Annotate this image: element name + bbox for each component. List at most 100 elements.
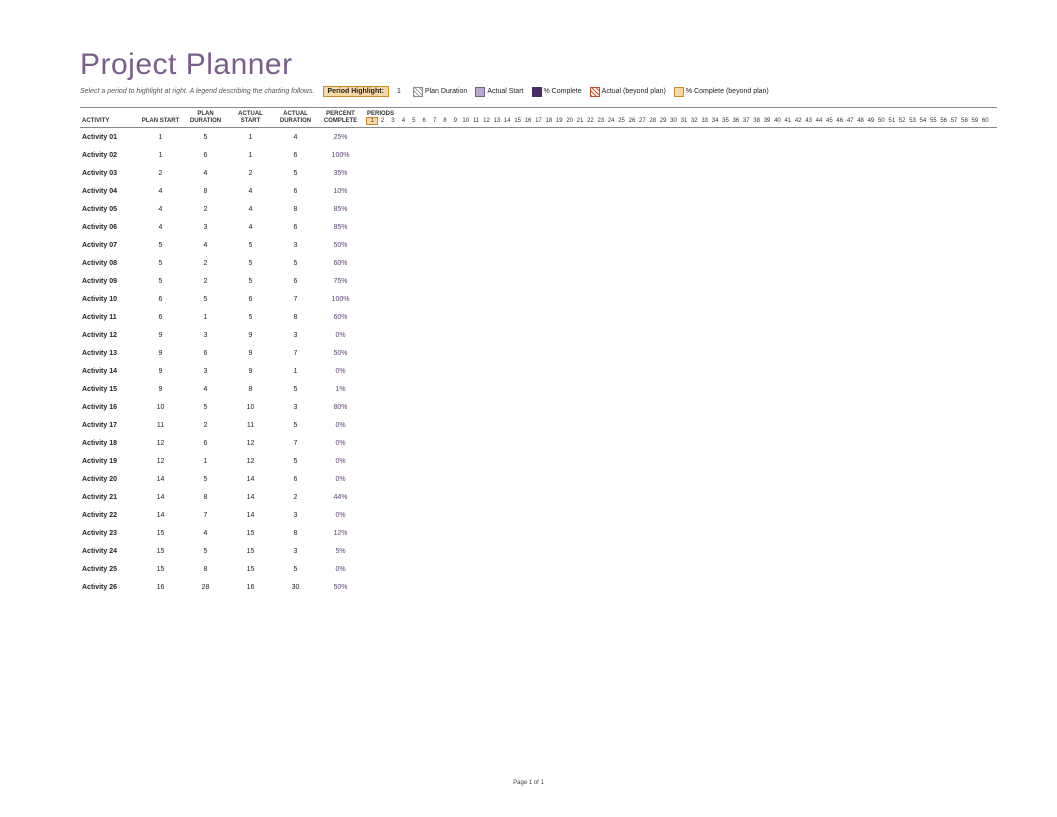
legend-actual-beyond: Actual (beyond plan) — [590, 87, 666, 97]
cell-activity: Activity 01 — [80, 134, 138, 141]
period-highlight-value[interactable]: 1 — [393, 87, 405, 96]
period-tick: 43 — [803, 118, 813, 124]
period-tick: 60 — [980, 118, 990, 124]
cell-actual-duration: 6 — [273, 152, 318, 159]
cell-plan-start: 14 — [138, 512, 183, 519]
cell-actual-start: 6 — [228, 296, 273, 303]
cell-actual-duration: 7 — [273, 440, 318, 447]
cell-plan-start: 14 — [138, 494, 183, 501]
cell-percent-complete: 0% — [318, 368, 363, 375]
cell-plan-start: 4 — [138, 188, 183, 195]
cell-plan-start: 6 — [138, 296, 183, 303]
cell-plan-start: 15 — [138, 548, 183, 555]
period-tick: 51 — [887, 118, 897, 124]
table-row: Activity 021616100% — [80, 146, 997, 164]
period-highlight-control[interactable]: Period Highlight: 1 — [323, 86, 405, 97]
cell-actual-start: 1 — [228, 152, 273, 159]
cell-actual-duration: 3 — [273, 242, 318, 249]
table-row: Activity 08525560% — [80, 254, 997, 272]
cell-plan-duration: 6 — [183, 350, 228, 357]
cell-actual-duration: 5 — [273, 458, 318, 465]
cell-actual-duration: 5 — [273, 566, 318, 573]
cell-actual-start: 4 — [228, 224, 273, 231]
cell-actual-duration: 5 — [273, 170, 318, 177]
period-tick: 25 — [616, 118, 626, 124]
cell-actual-duration: 2 — [273, 494, 318, 501]
cell-activity: Activity 23 — [80, 530, 138, 537]
cell-plan-start: 4 — [138, 224, 183, 231]
period-tick: 39 — [762, 118, 772, 124]
period-tick: 7 — [429, 118, 439, 124]
cell-plan-start: 2 — [138, 170, 183, 177]
page-footer: Page 1 of 1 — [0, 780, 1057, 786]
page-title: Project Planner — [80, 48, 997, 82]
cell-activity: Activity 19 — [80, 458, 138, 465]
cell-percent-complete: 0% — [318, 332, 363, 339]
period-tick: 42 — [793, 118, 803, 124]
cell-plan-duration: 5 — [183, 134, 228, 141]
table-row: Activity 03242535% — [80, 164, 997, 182]
col-activity: ACTIVITY — [80, 118, 138, 125]
cell-actual-duration: 1 — [273, 368, 318, 375]
cell-actual-duration: 8 — [273, 314, 318, 321]
cell-plan-duration: 3 — [183, 368, 228, 375]
cell-plan-duration: 4 — [183, 530, 228, 537]
period-tick: 57 — [949, 118, 959, 124]
table-header-row: ACTIVITY PLAN START PLAN DURATION ACTUAL… — [80, 107, 997, 128]
period-tick: 22 — [585, 118, 595, 124]
cell-plan-duration: 1 — [183, 314, 228, 321]
plan-duration-icon — [413, 87, 423, 97]
period-tick: 54 — [918, 118, 928, 124]
period-tick: 30 — [668, 118, 678, 124]
instruction-text: Select a period to highlight at right. A… — [80, 88, 315, 95]
cell-actual-duration: 7 — [273, 296, 318, 303]
cell-actual-start: 9 — [228, 332, 273, 339]
table-row: Activity 171121150% — [80, 416, 997, 434]
period-tick: 21 — [575, 118, 585, 124]
cell-activity: Activity 11 — [80, 314, 138, 321]
cell-actual-start: 15 — [228, 566, 273, 573]
actual-start-icon — [475, 87, 485, 97]
cell-plan-duration: 2 — [183, 278, 228, 285]
period-tick: 53 — [907, 118, 917, 124]
cell-actual-start: 5 — [228, 314, 273, 321]
cell-activity: Activity 14 — [80, 368, 138, 375]
planner-table: ACTIVITY PLAN START PLAN DURATION ACTUAL… — [80, 107, 997, 596]
cell-actual-duration: 3 — [273, 512, 318, 519]
cell-actual-duration: 6 — [273, 278, 318, 285]
cell-percent-complete: 5% — [318, 548, 363, 555]
period-tick: 35 — [720, 118, 730, 124]
cell-plan-duration: 2 — [183, 206, 228, 213]
table-row: Activity 05424885% — [80, 200, 997, 218]
period-tick: 27 — [637, 118, 647, 124]
cell-activity: Activity 12 — [80, 332, 138, 339]
cell-actual-duration: 3 — [273, 332, 318, 339]
cell-plan-start: 14 — [138, 476, 183, 483]
cell-activity: Activity 02 — [80, 152, 138, 159]
legend-plan-duration: Plan Duration — [413, 87, 467, 97]
period-tick: 13 — [492, 118, 502, 124]
period-tick: 50 — [876, 118, 886, 124]
cell-actual-start: 2 — [228, 170, 273, 177]
cell-activity: Activity 04 — [80, 188, 138, 195]
cell-activity: Activity 18 — [80, 440, 138, 447]
cell-plan-start: 9 — [138, 332, 183, 339]
cell-activity: Activity 26 — [80, 584, 138, 591]
cell-actual-duration: 5 — [273, 386, 318, 393]
cell-activity: Activity 22 — [80, 512, 138, 519]
cell-activity: Activity 07 — [80, 242, 138, 249]
cell-plan-start: 9 — [138, 368, 183, 375]
table-row: Activity 1493910% — [80, 362, 997, 380]
period-tick: 36 — [731, 118, 741, 124]
cell-plan-start: 12 — [138, 458, 183, 465]
cell-activity: Activity 24 — [80, 548, 138, 555]
complete-beyond-icon — [674, 87, 684, 97]
cell-plan-duration: 5 — [183, 296, 228, 303]
cell-plan-duration: 3 — [183, 332, 228, 339]
legend-complete-beyond: % Complete (beyond plan) — [674, 87, 769, 97]
cell-plan-start: 15 — [138, 566, 183, 573]
cell-actual-start: 5 — [228, 242, 273, 249]
table-row: Activity 07545350% — [80, 236, 997, 254]
cell-activity: Activity 03 — [80, 170, 138, 177]
period-tick: 17 — [533, 118, 543, 124]
